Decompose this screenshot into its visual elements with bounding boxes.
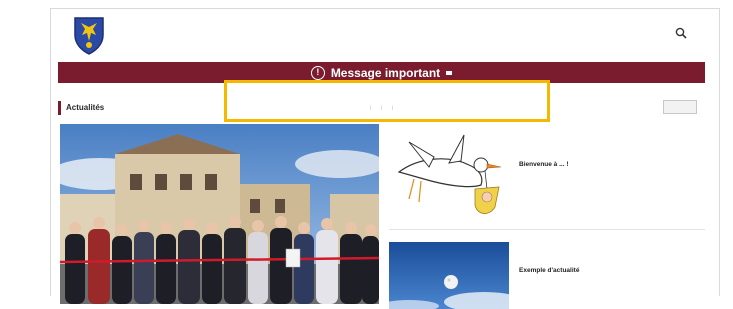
card-divider bbox=[389, 229, 705, 230]
banner-more-button[interactable] bbox=[446, 70, 453, 75]
news-section-header: Actualités | | | bbox=[58, 97, 705, 121]
nav-item[interactable] bbox=[157, 28, 181, 34]
article-excerpt bbox=[519, 176, 699, 183]
article-thumbnail[interactable] bbox=[389, 242, 509, 309]
nav-item[interactable] bbox=[123, 28, 147, 34]
article-card[interactable]: Bienvenue à ... ! bbox=[389, 127, 705, 227]
featured-article-image[interactable] bbox=[60, 124, 379, 304]
nav-item[interactable] bbox=[191, 28, 215, 34]
article-category[interactable] bbox=[519, 133, 699, 139]
all-news-button[interactable] bbox=[663, 100, 697, 114]
article-body: Exemple d'actualité bbox=[519, 237, 699, 296]
article-card[interactable]: Exemple d'actualité bbox=[389, 237, 705, 309]
banner-message: Message important bbox=[330, 65, 441, 80]
news-filters: | | | bbox=[369, 105, 394, 110]
search-icon[interactable] bbox=[675, 27, 687, 39]
site-header bbox=[51, 9, 719, 57]
article-date bbox=[519, 213, 699, 219]
article-title[interactable]: Exemple d'actualité bbox=[519, 267, 699, 276]
crest-logo[interactable] bbox=[72, 15, 106, 55]
article-title[interactable]: Bienvenue à ... ! bbox=[519, 161, 699, 170]
article-category[interactable] bbox=[519, 243, 699, 249]
article-excerpt bbox=[519, 282, 699, 296]
article-body: Bienvenue à ... ! bbox=[519, 127, 699, 219]
page-frame: ! Message important Actualités | | | Bie… bbox=[50, 8, 720, 309]
article-thumbnail[interactable] bbox=[389, 127, 509, 227]
exclamation-circle-icon: ! bbox=[310, 65, 325, 80]
important-message-banner: ! Message important bbox=[58, 62, 705, 83]
nav-item[interactable] bbox=[225, 28, 249, 34]
main-nav bbox=[123, 28, 249, 34]
